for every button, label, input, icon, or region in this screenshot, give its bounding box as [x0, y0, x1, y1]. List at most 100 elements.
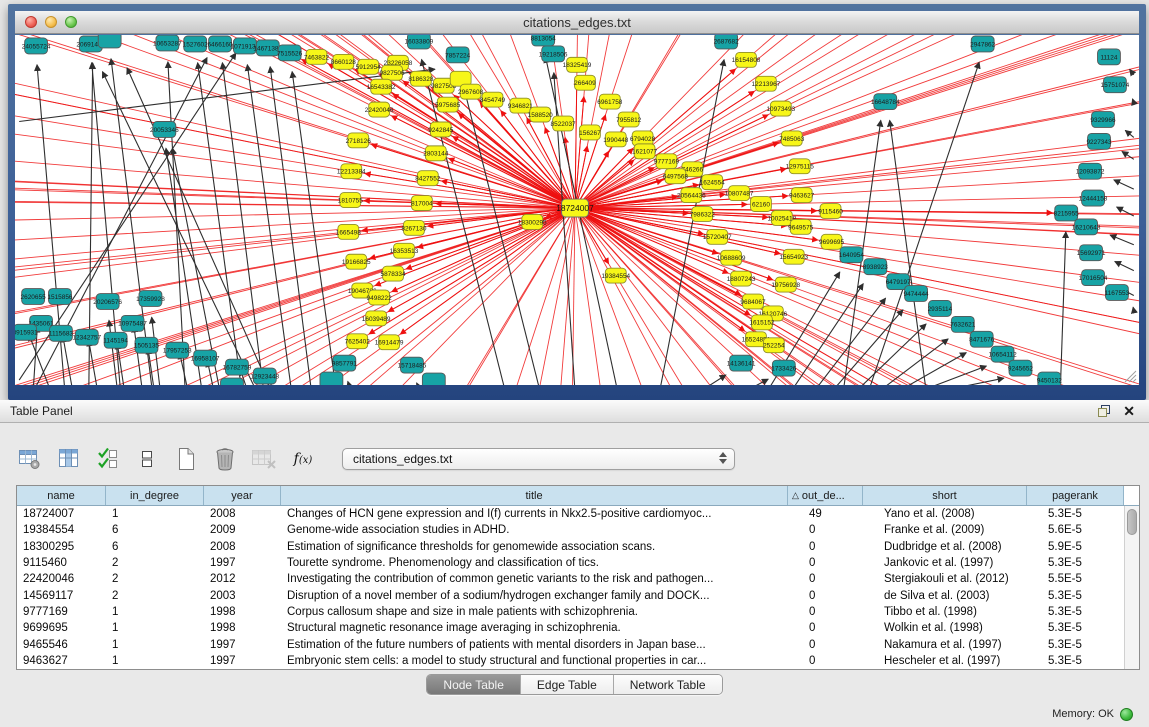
graph-node-label: 6497568	[663, 174, 689, 181]
table-tabs: Node Table Edge Table Network Table	[426, 674, 722, 695]
table-row[interactable]: 2242004622012Investigating the contribut…	[17, 571, 1139, 587]
column-header-in_degree[interactable]: in_degree	[106, 486, 204, 505]
graph-node-label: 7463822	[304, 54, 330, 61]
graph-node-label: 5975685	[435, 102, 461, 109]
graph-node-label: 6794028	[630, 136, 656, 143]
graph-node-label: 1527602	[183, 41, 209, 48]
function-builder-icon[interactable]: f(x)	[289, 445, 317, 473]
cell-year: 2009	[204, 524, 281, 536]
cell-out_de: 0	[803, 541, 878, 553]
close-panel-icon[interactable]: ✕	[1123, 403, 1135, 419]
tab-node-table[interactable]: Node Table	[427, 675, 521, 694]
graph-node-label: 9450132	[1037, 377, 1063, 384]
graph-node-label: 16543382	[367, 84, 396, 91]
graph-node-label: 2687682	[714, 38, 740, 45]
graph-node-label: 5878334	[380, 271, 406, 278]
cell-short: Hescheler et al. (1997)	[878, 655, 1042, 667]
table-row[interactable]: 1872400712008Changes of HCN gene express…	[17, 506, 1139, 522]
graph-node-label: 10654112	[988, 352, 1017, 359]
cell-out_de: 0	[803, 622, 878, 634]
row-selector-icon[interactable]	[94, 445, 122, 473]
graph-node-label: 62160	[752, 201, 770, 208]
delete-table-icon	[250, 445, 278, 473]
graph-node-label: 14136141	[727, 361, 756, 368]
graph-node-label: 9242845	[428, 127, 454, 134]
graph-node[interactable]	[422, 373, 445, 385]
graph-node-label: 16914479	[375, 340, 404, 347]
graph-node-label: 12093872	[1076, 169, 1105, 176]
column-header-pagerank[interactable]: pagerank	[1027, 486, 1124, 505]
table-row[interactable]: 1830029562008Estimation of significance …	[17, 539, 1139, 555]
table-row[interactable]: 969969511998Structural magnetic resonanc…	[17, 620, 1139, 636]
vertical-scrollbar[interactable]	[1124, 506, 1139, 669]
graph-node-label: 20564436	[677, 192, 706, 199]
table-row[interactable]: 1938455462009Genome-wide association stu…	[17, 522, 1139, 538]
network-canvas[interactable]: 2405572420691406106532871527602646616010…	[15, 35, 1139, 385]
column-header-out_de[interactable]: △out_de...	[788, 486, 863, 505]
graph-node-label: 7632621	[950, 322, 976, 329]
graph-node-label: 16958107	[191, 356, 220, 363]
graph-node[interactable]	[320, 372, 343, 385]
cell-name: 19384554	[17, 524, 106, 536]
graph-node[interactable]	[98, 35, 121, 48]
graph-node-label: 18300295	[518, 219, 547, 226]
graph-node-label: 12444158	[1079, 195, 1108, 202]
table-selector-dropdown[interactable]: citations_edges.txt	[342, 448, 735, 470]
table-body: 1872400712008Changes of HCN gene express…	[17, 506, 1139, 669]
node-table: namein_degreeyeartitle△out_de...shortpag…	[16, 485, 1140, 670]
graph-node-label: 8454749	[480, 97, 506, 104]
column-header-title[interactable]: title	[281, 486, 788, 505]
delete-rows-icon[interactable]	[211, 445, 239, 473]
column-header-short[interactable]: short	[863, 486, 1027, 505]
table-row[interactable]: 1456911722003Disruption of a novel membe…	[17, 587, 1139, 603]
graph-node-label: 1615152	[749, 320, 775, 327]
graph-node-label: 9827506	[379, 70, 405, 77]
cell-short: de Silva et al. (2003)	[878, 590, 1042, 602]
network-graph[interactable]: 2405572420691406106532871527602646616010…	[15, 35, 1139, 385]
graph-node-label: 16154808	[732, 57, 761, 64]
cell-short: Stergiakouli et al. (2012)	[878, 573, 1042, 585]
graph-node-label: 12342757	[72, 335, 101, 342]
window-titlebar[interactable]: citations_edges.txt	[15, 11, 1139, 34]
graph-node[interactable]	[221, 378, 244, 385]
graph-node-label: 3915931	[15, 330, 38, 337]
scrollbar-thumb[interactable]	[1127, 509, 1137, 535]
column-selector-icon[interactable]	[55, 445, 83, 473]
cell-year: 1997	[204, 639, 281, 651]
rows-icon[interactable]	[133, 445, 161, 473]
table-row[interactable]: 946554611997Estimation of the future num…	[17, 636, 1139, 652]
column-header-name[interactable]: name	[17, 486, 106, 505]
table-panel-header: Table Panel ✕	[0, 400, 1149, 423]
cell-in_degree: 1	[106, 508, 204, 520]
graph-node-label: 22420046	[365, 107, 394, 114]
resize-grip-icon[interactable]	[1124, 370, 1137, 383]
tab-edge-table[interactable]: Edge Table	[521, 675, 614, 694]
cell-title: Changes of HCN gene expression and I(f) …	[281, 508, 803, 520]
graph-node-label: 1588520	[528, 112, 554, 119]
graph-node-label: 16353513	[390, 248, 419, 255]
graph-node-label: 817004	[411, 200, 433, 207]
graph-node-label: 1621077	[632, 149, 658, 156]
cell-name: 9115460	[17, 557, 106, 569]
graph-node-label: 1733426	[771, 365, 797, 372]
table-row[interactable]: 977716911998Corpus callosum shape and si…	[17, 604, 1139, 620]
column-header-year[interactable]: year	[204, 486, 281, 505]
graph-node-label: 16210643	[1072, 224, 1101, 231]
graph-node-label: 9649575	[788, 224, 814, 231]
table-toolbar: f(x) citations_edges.txt	[16, 442, 735, 476]
graph-node-label: 156267	[579, 130, 601, 137]
graph-node-label: 9463627	[789, 192, 815, 199]
graph-node-label: 7515526	[277, 50, 303, 57]
graph-node-label: 24055724	[22, 43, 51, 50]
cell-short: Franke et al. (2009)	[878, 524, 1042, 536]
memory-ok-icon	[1120, 708, 1133, 721]
tab-network-table[interactable]: Network Table	[614, 675, 722, 694]
table-settings-icon[interactable]	[16, 445, 44, 473]
cell-in_degree: 2	[106, 557, 204, 569]
graph-node-label: 5912954	[356, 64, 382, 71]
new-table-icon[interactable]	[172, 445, 200, 473]
table-row[interactable]: 911546021997Tourette syndrome. Phenomeno…	[17, 555, 1139, 571]
table-row[interactable]: 946362711997Embryonic stem cells: a mode…	[17, 653, 1139, 669]
graph-node-label: 20206576	[93, 299, 122, 306]
float-icon[interactable]	[1097, 404, 1111, 418]
